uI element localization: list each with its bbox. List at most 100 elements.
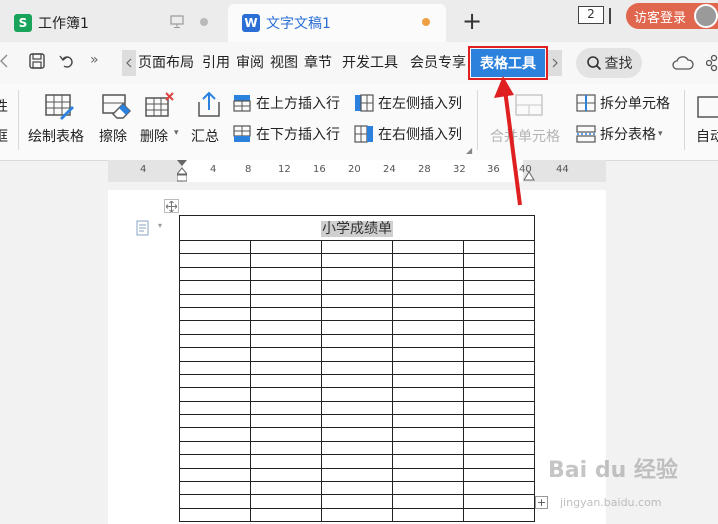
table-cell[interactable] bbox=[179, 333, 251, 349]
insert-row-below-button[interactable]: 在下方插入行 bbox=[232, 124, 340, 144]
table-cell[interactable] bbox=[320, 494, 393, 509]
split-table-button[interactable]: 拆分表格 ▾ bbox=[576, 124, 663, 144]
table-cell[interactable] bbox=[462, 373, 536, 389]
table-cell[interactable] bbox=[179, 427, 251, 442]
table-cell[interactable] bbox=[179, 507, 251, 523]
table-cell[interactable] bbox=[179, 347, 251, 362]
table-cell[interactable] bbox=[320, 347, 393, 362]
table-cell[interactable] bbox=[320, 400, 393, 416]
table-cell[interactable] bbox=[462, 266, 536, 282]
menu-scroll-left-button[interactable] bbox=[122, 50, 136, 76]
auto-fit-button[interactable]: 自动 bbox=[696, 90, 718, 150]
table-cell[interactable] bbox=[320, 360, 393, 375]
table-cell[interactable] bbox=[249, 494, 322, 509]
table-cell[interactable] bbox=[320, 333, 393, 349]
table-cell[interactable] bbox=[249, 239, 322, 255]
unsaved-dot-icon[interactable] bbox=[200, 18, 208, 26]
merge-cells-button[interactable]: 合并单元格 bbox=[490, 90, 566, 150]
table-cell[interactable] bbox=[249, 347, 322, 362]
save-icon[interactable] bbox=[28, 52, 46, 70]
table-cell[interactable] bbox=[179, 360, 251, 375]
table-cell[interactable] bbox=[179, 400, 251, 416]
monitor-icon[interactable] bbox=[170, 15, 184, 29]
avatar[interactable] bbox=[694, 4, 718, 28]
table-cell[interactable] bbox=[249, 360, 322, 375]
table-cell[interactable] bbox=[179, 266, 251, 282]
table-cell[interactable] bbox=[179, 373, 251, 389]
table-cell[interactable] bbox=[462, 481, 536, 496]
table-cell[interactable] bbox=[391, 360, 464, 375]
menu-scroll-right-button[interactable] bbox=[548, 50, 562, 76]
table-cell[interactable] bbox=[462, 454, 536, 469]
table-cell[interactable] bbox=[462, 387, 536, 402]
cloud-icon[interactable] bbox=[672, 54, 694, 72]
chevron-down-icon[interactable]: ▾ bbox=[158, 221, 162, 230]
menu-table-tools[interactable]: 表格工具 bbox=[468, 46, 548, 80]
table-cell[interactable] bbox=[462, 320, 536, 335]
table-cell[interactable] bbox=[179, 440, 251, 456]
table-cell[interactable] bbox=[249, 427, 322, 442]
table-cell[interactable] bbox=[179, 467, 251, 483]
table-move-handle[interactable] bbox=[164, 199, 179, 213]
table-cell[interactable] bbox=[249, 266, 322, 282]
table-cell[interactable] bbox=[462, 360, 536, 375]
table-cell[interactable] bbox=[249, 481, 322, 496]
table-cell[interactable] bbox=[462, 427, 536, 442]
table-cell[interactable] bbox=[320, 440, 393, 456]
table-cell[interactable] bbox=[249, 400, 322, 416]
table-cell[interactable] bbox=[391, 507, 464, 523]
table-cell[interactable] bbox=[391, 440, 464, 456]
table-cell[interactable] bbox=[249, 454, 322, 469]
undo-icon[interactable] bbox=[58, 52, 76, 70]
insert-col-right-button[interactable]: 在右侧插入列 bbox=[354, 124, 462, 144]
table-cell[interactable] bbox=[179, 481, 251, 496]
new-tab-button[interactable]: + bbox=[462, 6, 482, 36]
table-cell[interactable] bbox=[391, 467, 464, 483]
menu-review[interactable]: 审阅 bbox=[236, 52, 264, 72]
search-button[interactable]: 查找 bbox=[576, 48, 642, 78]
tab-workbook[interactable]: S 工作簿1 bbox=[0, 4, 224, 42]
table-cell[interactable] bbox=[320, 481, 393, 496]
dialog-launcher-icon[interactable]: ◢ bbox=[466, 146, 472, 155]
menu-view[interactable]: 视图 bbox=[270, 52, 298, 72]
table-cell[interactable] bbox=[391, 280, 464, 295]
table-cell[interactable] bbox=[462, 347, 536, 362]
table-cell[interactable] bbox=[320, 373, 393, 389]
share-icon[interactable] bbox=[706, 54, 718, 72]
table-cell[interactable] bbox=[249, 253, 322, 268]
table-cell[interactable] bbox=[391, 266, 464, 282]
menu-references[interactable]: 引用 bbox=[202, 52, 230, 72]
table-cell[interactable] bbox=[179, 320, 251, 335]
table-cell[interactable] bbox=[462, 293, 536, 308]
add-row-button[interactable]: + bbox=[535, 496, 548, 509]
table-cell[interactable] bbox=[320, 253, 393, 268]
table-cell[interactable] bbox=[179, 280, 251, 295]
table-cell[interactable] bbox=[391, 481, 464, 496]
score-table[interactable]: 小学成绩单 bbox=[179, 215, 536, 523]
table-cell[interactable] bbox=[462, 400, 536, 416]
table-cell[interactable] bbox=[320, 387, 393, 402]
table-cell[interactable] bbox=[320, 320, 393, 335]
table-cell[interactable] bbox=[179, 306, 251, 322]
table-cell[interactable] bbox=[462, 414, 536, 429]
menu-member[interactable]: 会员专享 bbox=[410, 52, 466, 72]
insert-row-above-button[interactable]: 在上方插入行 bbox=[232, 93, 340, 113]
table-cell[interactable] bbox=[391, 387, 464, 402]
table-cell[interactable] bbox=[391, 333, 464, 349]
table-cell[interactable] bbox=[320, 293, 393, 308]
table-cell[interactable] bbox=[462, 280, 536, 295]
table-cell[interactable] bbox=[249, 373, 322, 389]
table-cell[interactable] bbox=[391, 306, 464, 322]
menu-section[interactable]: 章节 bbox=[304, 52, 332, 72]
unsaved-dot-icon[interactable] bbox=[422, 18, 430, 26]
menu-developer[interactable]: 开发工具 bbox=[342, 52, 398, 72]
right-indent-marker[interactable] bbox=[523, 166, 535, 182]
table-cell[interactable] bbox=[462, 440, 536, 456]
table-cell[interactable] bbox=[179, 387, 251, 402]
table-cell[interactable] bbox=[462, 306, 536, 322]
table-cell[interactable] bbox=[179, 414, 251, 429]
table-cell[interactable] bbox=[462, 467, 536, 483]
table-cell[interactable] bbox=[320, 280, 393, 295]
table-cell[interactable] bbox=[462, 239, 536, 255]
insert-col-left-button[interactable]: 在左侧插入列 bbox=[354, 93, 462, 113]
